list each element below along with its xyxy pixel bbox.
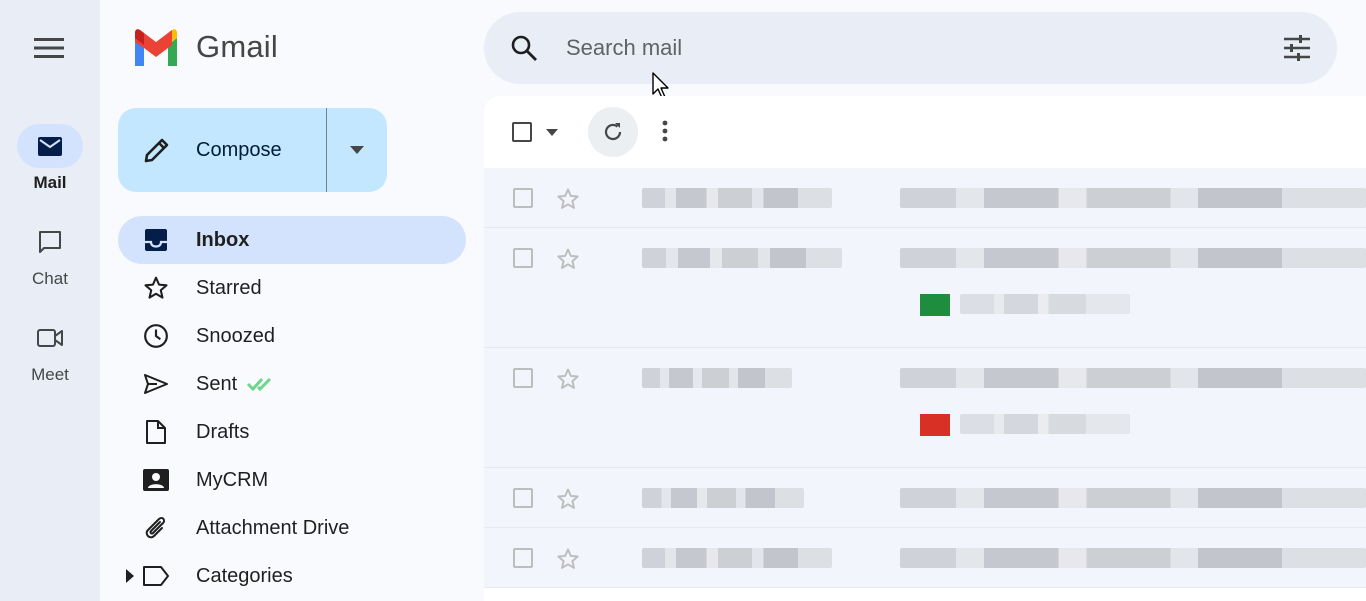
more-options-icon[interactable] [662,120,668,142]
email-row[interactable] [484,528,1366,588]
nav-label: Categories [196,564,293,587]
nav-label: Attachment Drive [196,516,350,539]
star-icon[interactable] [556,247,580,271]
compose-divider [326,108,327,192]
nav-label: Starred [196,276,262,299]
mail-list-panel [484,96,1366,601]
redacted-subject [900,368,1366,388]
send-icon [142,372,170,396]
rail-item-chat[interactable]: Chat [0,220,100,289]
nav-item-sent[interactable]: Sent [118,360,466,408]
caret-right-icon[interactable] [126,569,134,583]
inbox-icon [142,228,170,252]
nav-label: Inbox [196,228,250,251]
row-checkbox[interactable] [513,248,533,268]
redacted-sender [642,368,792,388]
app-rail: Mail Chat Meet [0,0,100,601]
pencil-icon [144,138,169,163]
redacted-subject [900,248,1366,268]
mail-nav: Inbox Starred Snoozed Sent Drafts MyCRM [118,216,466,600]
mail-icon [38,136,62,156]
redacted-sender [642,488,804,508]
star-icon[interactable] [556,547,580,571]
compose-label: Compose [196,138,282,161]
row-checkbox[interactable] [513,488,533,508]
contact-card-icon [142,468,170,492]
redacted-sender [642,548,832,568]
rail-item-label: Mail [33,173,67,192]
search-icon[interactable] [510,34,538,62]
redacted-subject [900,488,1366,508]
refresh-button[interactable] [588,107,638,157]
attachment-chip-icon [920,294,950,316]
rail-pill [17,316,83,360]
redacted-subject [900,548,1366,568]
compose-button[interactable]: Compose [118,108,326,192]
draft-icon [142,419,170,445]
gmail-m-icon [135,29,177,66]
redacted-sender [642,188,832,208]
nav-item-categories[interactable]: Categories [118,552,466,600]
main-menu-button[interactable] [25,24,73,72]
chat-icon [39,231,61,253]
row-checkbox[interactable] [513,368,533,388]
gmail-logo[interactable]: Gmail [132,28,278,66]
app-name: Gmail [196,29,278,64]
redacted-subject [900,188,1366,208]
email-row[interactable] [484,168,1366,228]
select-all-checkbox[interactable] [512,122,532,142]
nav-label: Sent [196,372,238,395]
rail-item-label: Chat [32,269,68,288]
select-options-caret-icon[interactable] [546,129,558,136]
nav-item-attachment-drive[interactable]: Attachment Drive [118,504,466,552]
star-icon[interactable] [556,187,580,211]
attachment-chip-icon [920,414,950,436]
star-icon[interactable] [556,367,580,391]
redacted-attachment-name [960,414,1130,434]
nav-item-drafts[interactable]: Drafts [118,408,466,456]
nav-item-mycrm[interactable]: MyCRM [118,456,466,504]
nav-label: Drafts [196,420,250,443]
redacted-attachment-name [960,294,1130,314]
mail-toolbar [484,96,1366,168]
row-checkbox[interactable] [513,548,533,568]
email-row[interactable] [484,348,1366,468]
search-bar [484,12,1337,84]
nav-item-snoozed[interactable]: Snoozed [118,312,466,360]
clock-icon [142,323,170,349]
email-row[interactable] [484,228,1366,348]
nav-item-starred[interactable]: Starred [118,264,466,312]
nav-label: MyCRM [196,468,269,491]
nav-label: Snoozed [196,324,275,347]
rail-item-meet[interactable]: Meet [0,316,100,385]
search-input[interactable] [566,26,1246,70]
redacted-sender [642,248,842,268]
compose-button-group: Compose [118,108,387,192]
video-icon [37,329,63,347]
rail-item-label: Meet [31,365,69,384]
compose-options-button[interactable] [327,108,387,192]
star-icon [142,275,170,301]
refresh-icon [604,123,622,141]
rail-item-mail[interactable]: Mail [0,124,100,193]
label-icon [142,565,170,587]
email-row[interactable] [484,468,1366,528]
hamburger-icon [34,38,64,58]
nav-item-inbox[interactable]: Inbox [118,216,466,264]
rail-pill [17,124,83,168]
double-check-icon [247,377,272,392]
rail-pill [17,220,83,264]
paperclip-icon [142,515,170,541]
row-checkbox[interactable] [513,188,533,208]
star-icon[interactable] [556,487,580,511]
search-options-icon[interactable] [1283,34,1311,62]
caret-down-icon [350,146,364,154]
